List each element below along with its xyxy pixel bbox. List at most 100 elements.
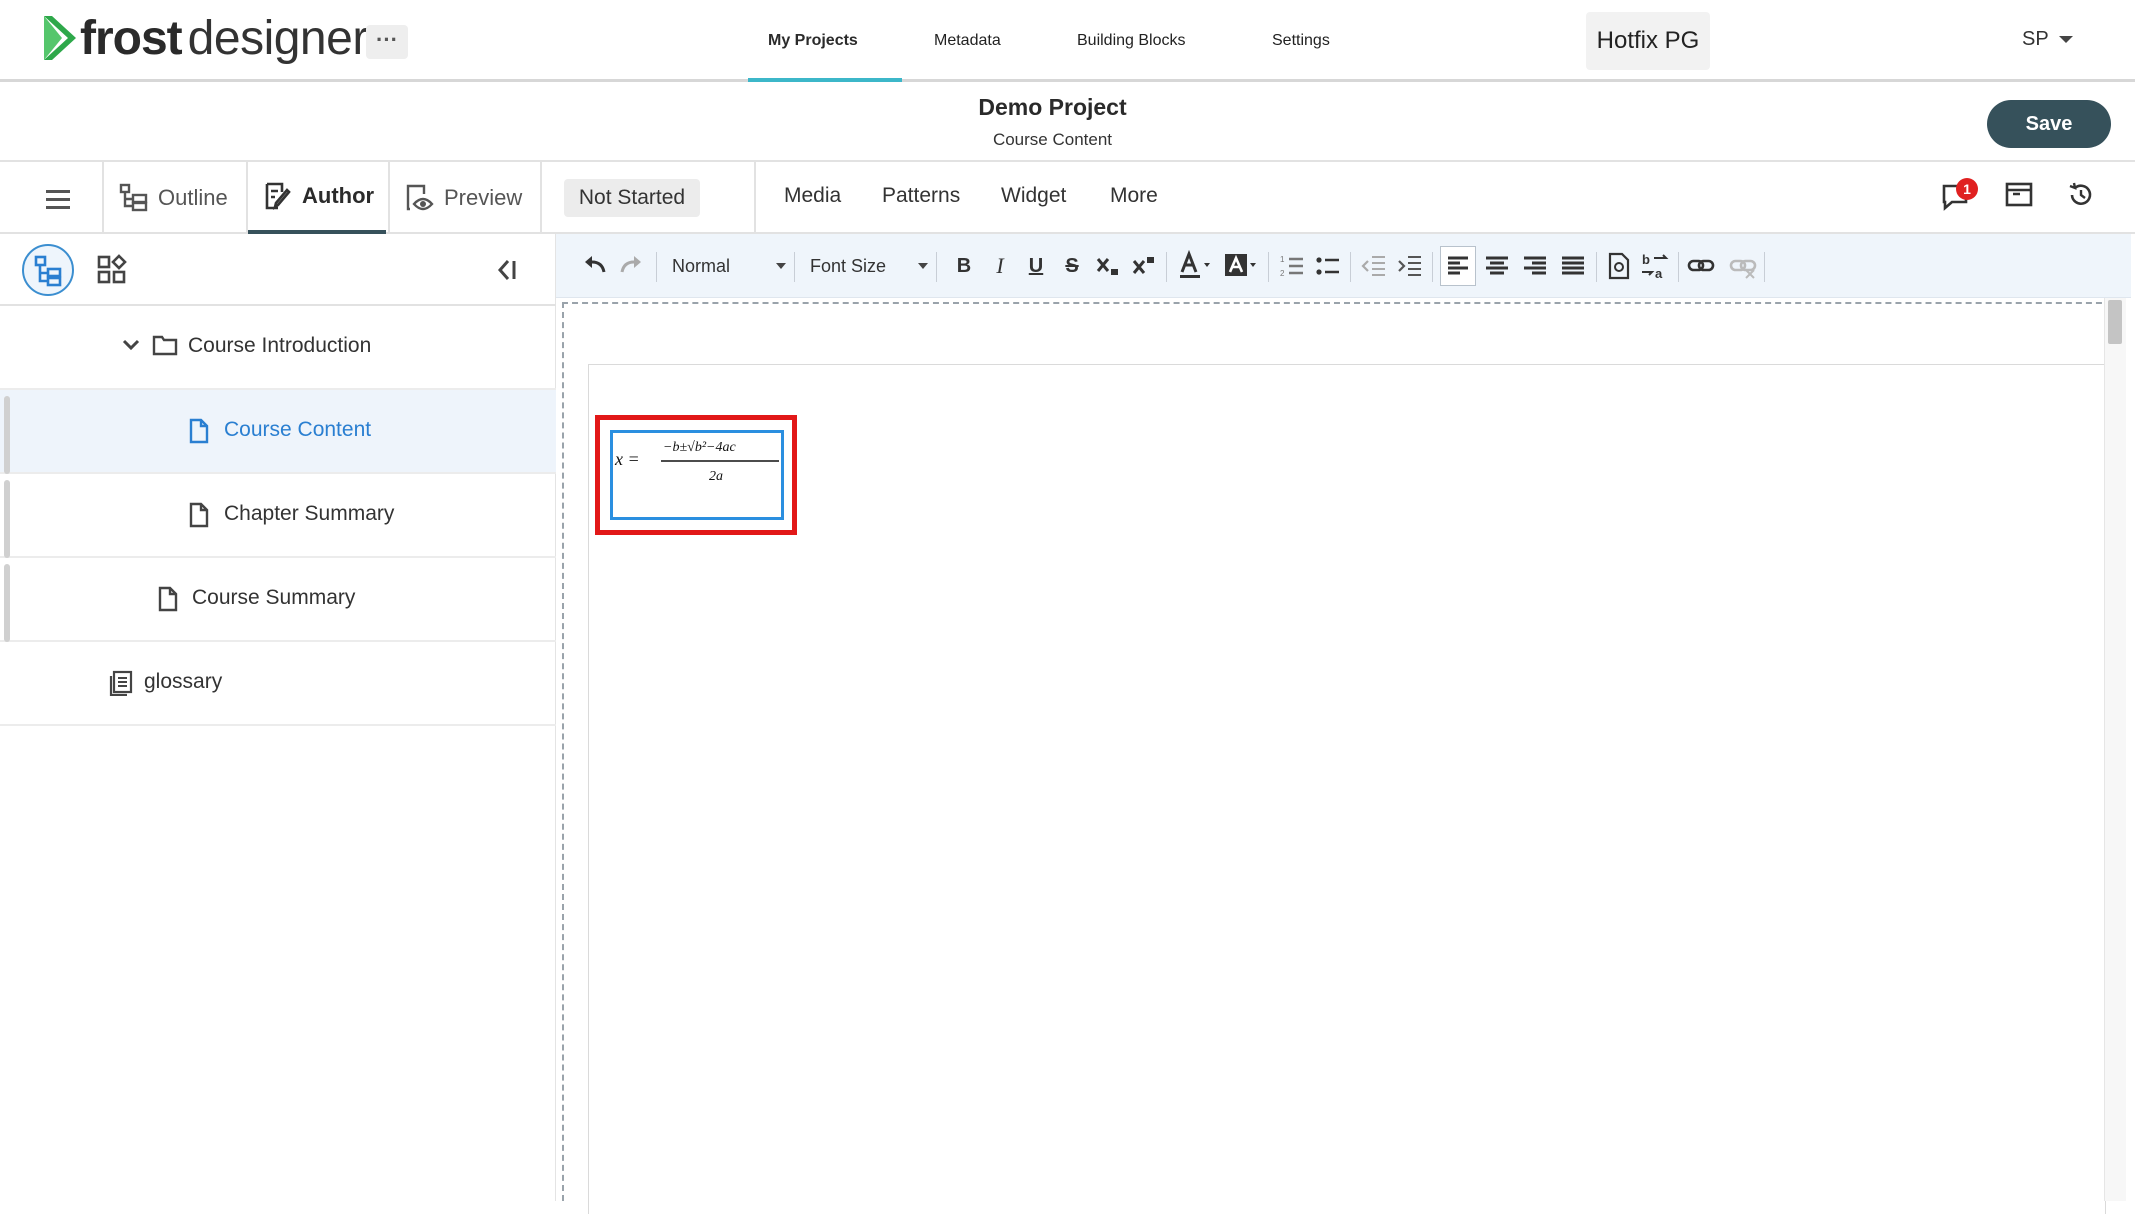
toolbar-divider [936, 252, 937, 282]
font-size-select[interactable]: Font Size [810, 250, 928, 282]
format-select[interactable]: Normal [672, 250, 786, 282]
numbered-list-icon[interactable]: 12 [1278, 250, 1306, 282]
hamburger-menu-icon[interactable] [46, 190, 70, 209]
tree-item-label: Course Introduction [188, 334, 372, 357]
align-left-button[interactable] [1440, 246, 1476, 286]
bold-button[interactable]: B [950, 250, 978, 282]
toolbar-divider [1166, 252, 1167, 282]
menu-media[interactable]: Media [784, 184, 841, 208]
menu-widget[interactable]: Widget [1001, 184, 1066, 208]
align-left-icon [1448, 256, 1468, 275]
divider [102, 162, 104, 234]
tree-view-icon [34, 255, 62, 287]
strikethrough-button[interactable]: S [1058, 250, 1086, 282]
italic-button[interactable]: I [986, 250, 1014, 282]
user-initials: SP [2022, 28, 2049, 50]
editor-canvas: x = −b±√b²−4ac 2a [562, 302, 2122, 1214]
equation-highlight[interactable]: x = −b±√b²−4ac 2a [595, 415, 797, 535]
logo-text-bold: frost [80, 11, 183, 65]
tab-outline[interactable]: Outline [118, 162, 228, 234]
svg-text:a: a [1655, 266, 1663, 281]
tree-view-button[interactable] [22, 244, 74, 296]
unlink-icon[interactable] [1728, 250, 1758, 282]
mode-bar: Outline Author Preview Not Started Media… [0, 162, 2135, 234]
tab-preview[interactable]: Preview [404, 162, 522, 234]
status-badge[interactable]: Not Started [564, 179, 700, 217]
tree-item-label: Course Content [224, 418, 372, 441]
chevron-down-icon [776, 263, 786, 269]
toolbar-divider [794, 252, 795, 282]
tree-item-glossary[interactable]: glossary [0, 642, 556, 726]
outdent-icon[interactable] [1360, 250, 1388, 282]
tree-item-course-summary[interactable]: Course Summary [0, 558, 556, 642]
toolbar-divider [1432, 252, 1433, 282]
panel-icon[interactable] [2004, 180, 2034, 210]
page-icon [189, 502, 209, 528]
chevron-down-icon[interactable] [122, 338, 140, 352]
undo-icon[interactable] [582, 250, 608, 282]
project-title: Demo Project [978, 94, 1127, 120]
svg-text:2: 2 [1280, 269, 1285, 278]
subscript-icon[interactable] [1094, 250, 1122, 282]
math-equation[interactable]: x = −b±√b²−4ac 2a [610, 430, 784, 520]
tab-author[interactable]: Author [248, 162, 386, 234]
user-menu[interactable]: SP [2022, 28, 2073, 51]
background-color-icon[interactable] [1222, 250, 1262, 282]
glossary-icon [109, 670, 133, 696]
insert-template-icon[interactable] [1606, 250, 1632, 282]
equation-numerator: −b±√b²−4ac [663, 440, 736, 455]
top-navigation-bar: frost designer ··· My Projects Metadata … [0, 0, 2135, 82]
quadratic-formula: x = −b±√b²−4ac 2a [614, 440, 779, 484]
nav-metadata[interactable]: Metadata [934, 0, 1001, 82]
underline-button[interactable]: U [1022, 250, 1050, 282]
link-icon[interactable] [1686, 250, 1716, 282]
editor-scrollbar-thumb[interactable] [2108, 300, 2122, 344]
save-button[interactable]: Save [1987, 100, 2111, 148]
justify-icon[interactable] [1560, 250, 1586, 282]
indent-icon[interactable] [1396, 250, 1424, 282]
toolbar-divider [1764, 252, 1765, 282]
align-right-icon[interactable] [1522, 250, 1548, 282]
tab-author-label: Author [302, 183, 375, 208]
nav-my-projects[interactable]: My Projects [768, 0, 858, 82]
preview-eye-icon [406, 184, 434, 211]
superscript-icon[interactable] [1130, 250, 1158, 282]
logo-text-light: designer [187, 11, 369, 65]
tree-indent-bar [4, 396, 10, 474]
nav-building-blocks[interactable]: Building Blocks [1077, 0, 1186, 82]
redo-icon[interactable] [618, 250, 644, 282]
app-more-button[interactable]: ··· [366, 25, 408, 59]
chevron-down-icon [2058, 36, 2073, 44]
edit-pencil-icon [265, 182, 291, 210]
align-center-icon[interactable] [1484, 250, 1510, 282]
editor-area: Normal Font Size B I U S 12 ba x = −b±√b… [556, 234, 2135, 1214]
blocks-view-icon[interactable] [96, 254, 128, 286]
page-icon [189, 418, 209, 444]
outline-icon [119, 183, 148, 212]
outline-sidebar: Course Introduction Course Content Chapt… [0, 234, 556, 1201]
tree-item-course-introduction[interactable]: Course Introduction [0, 306, 556, 390]
workspace-selector[interactable]: Hotfix PG [1586, 12, 1710, 70]
text-color-icon[interactable] [1176, 250, 1216, 282]
frost-designer-logo[interactable]: frost designer [42, 8, 368, 68]
content-page[interactable]: x = −b±√b²−4ac 2a [588, 364, 2106, 1214]
sidebar-toolbar [0, 234, 556, 306]
equation-lhs: x = [614, 449, 640, 469]
toolbar-divider [656, 252, 657, 282]
menu-more[interactable]: More [1110, 184, 1158, 208]
notification-badge: 1 [1956, 178, 1978, 200]
nav-settings[interactable]: Settings [1272, 0, 1330, 82]
menu-patterns[interactable]: Patterns [882, 184, 960, 208]
collapse-sidebar-icon[interactable] [492, 256, 520, 284]
toolbar-divider [1678, 252, 1679, 282]
editor-scrollbar-track[interactable] [2104, 298, 2126, 1201]
text-direction-icon[interactable]: ba [1640, 250, 1670, 282]
tree-item-course-content[interactable]: Course Content [0, 390, 556, 474]
tree-item-label: Course Summary [192, 586, 356, 609]
tree-item-chapter-summary[interactable]: Chapter Summary [0, 474, 556, 558]
bullet-list-icon[interactable] [1314, 250, 1342, 282]
tree-item-label: Chapter Summary [224, 502, 395, 525]
chevron-down-icon [918, 263, 928, 269]
tree-item-label: glossary [144, 670, 223, 693]
history-icon[interactable] [2066, 180, 2096, 210]
